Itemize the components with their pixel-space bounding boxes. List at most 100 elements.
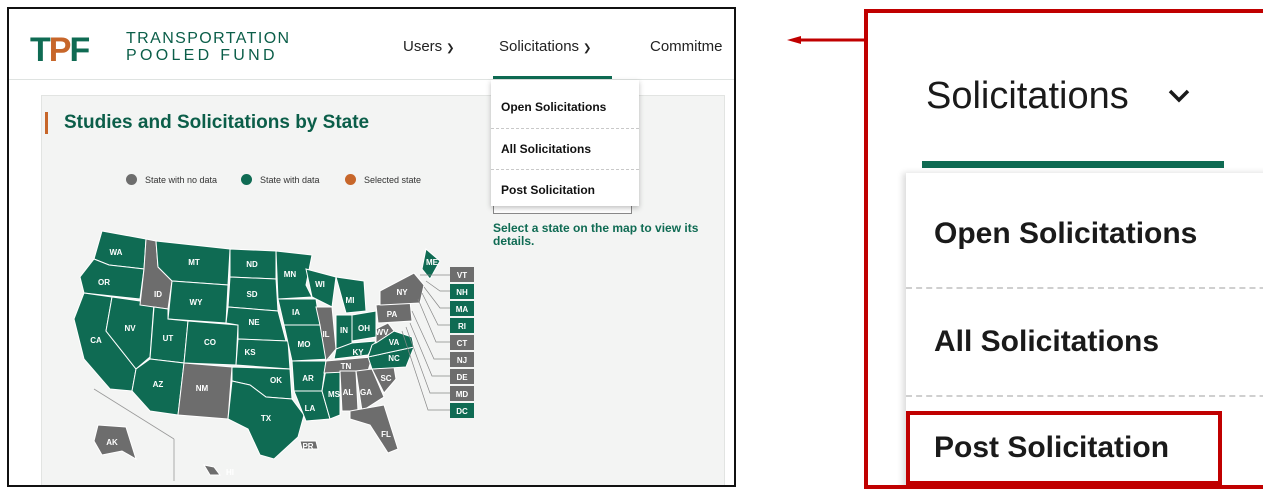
legend-item-no-data: State with no data [126,174,217,185]
legend-label: State with no data [145,174,218,185]
label-nc: NC [388,354,400,363]
page-title: Studies and Solicitations by State [45,112,369,134]
dropdown-item-all-solicitations[interactable]: All Solicitations [491,142,639,156]
label-pa: PA [387,310,398,319]
dropdown-item-post-solicitation[interactable]: Post Solicitation [491,183,639,197]
label-ms: MS [328,390,341,399]
label-sd: SD [246,290,257,299]
label-ga: GA [360,388,372,397]
label-dc: DC [456,407,468,416]
chevron-down-icon: ❯ [446,43,455,54]
zoom-active-nav-underline [922,161,1224,168]
zoom-item-all-solicitations[interactable]: All Solicitations [934,325,1159,359]
label-nv: NV [124,324,136,333]
logo-line-2: POOLED FUND [126,47,278,64]
label-az: AZ [153,380,164,389]
label-ne: NE [248,318,260,327]
zoom-nav-solicitations[interactable]: Solicitations [926,75,1129,118]
label-vt: VT [457,271,467,280]
legend-item-selected: Selected state [345,174,421,185]
label-de: DE [456,373,468,382]
label-wa: WA [110,248,123,257]
label-ma: MA [456,305,469,314]
top-navigation-bar: TPF TRANSPORTATION POOLED FUND Users ❯ So… [9,9,734,80]
chevron-down-icon: ❯ [583,43,592,54]
label-ut: UT [163,334,174,343]
nav-commitments-label: Commitme [650,38,723,55]
zoom-divider [906,395,1263,397]
label-va: VA [389,338,400,347]
label-md: MD [456,390,469,399]
label-or: OR [98,278,110,287]
label-ky: KY [352,348,364,357]
logo-letter-t: T [30,31,51,69]
state-mi[interactable] [335,276,367,314]
label-ct: CT [457,339,468,348]
label-me: ME [426,258,439,267]
label-fl: FL [381,430,391,439]
select-state-hint: Select a state on the map to view its de… [493,221,699,248]
nav-solicitations[interactable]: Solicitations ❯ [499,38,591,55]
label-mo: MO [298,340,311,349]
label-nj: NJ [457,356,467,365]
nav-users[interactable]: Users ❯ [403,38,455,55]
label-wi: WI [315,280,325,289]
callout-arrow [787,36,867,44]
legend-label: State with data [260,174,320,185]
label-in: IN [340,326,348,335]
label-wv: WV [376,328,390,337]
label-pr: PR [302,442,313,451]
label-ar: AR [302,374,314,383]
label-id: ID [154,290,162,299]
logo-letter-p: P [48,31,72,69]
label-nd: ND [246,260,258,269]
label-la: LA [305,404,316,413]
label-wy: WY [190,298,204,307]
label-ak: AK [106,438,118,447]
post-solicitation-highlight-box [906,411,1222,485]
label-nm: NM [196,384,209,393]
tpf-logo-text[interactable]: TRANSPORTATION POOLED FUND [126,30,291,64]
label-ok: OK [270,376,282,385]
label-sc: SC [380,374,391,383]
solicitations-dropdown: Open Solicitations All Solicitations Pos… [491,80,639,206]
chevron-down-icon [1168,89,1190,103]
label-mt: MT [188,258,200,267]
label-al: AL [343,388,354,397]
label-il: IL [322,330,329,339]
nav-commitments[interactable]: Commitme [650,38,723,55]
zoom-divider [906,287,1263,289]
us-state-map[interactable]: WA OR CA NV ID MT WY UT AZ CO NM ND SD N… [54,219,484,487]
tpf-logo-mark[interactable]: TPF [30,31,90,70]
label-ia: IA [292,308,300,317]
logo-letter-f: F [69,31,90,69]
label-ny: NY [396,288,408,297]
legend-item-with-data: State with data [241,174,320,185]
label-nh: NH [456,288,468,297]
label-ks: KS [244,348,256,357]
nav-solicitations-label: Solicitations [499,38,580,55]
label-tx: TX [261,414,272,423]
state-hi[interactable] [202,464,221,476]
dropdown-item-open-solicitations[interactable]: Open Solicitations [491,100,639,114]
legend-dot-green [241,174,252,185]
legend-dot-orange [345,174,356,185]
dropdown-divider [491,128,639,129]
state-fl[interactable] [349,404,399,454]
label-ri: RI [458,322,466,331]
legend-label: Selected state [364,174,422,185]
label-mn: MN [284,270,297,279]
legend-dot-gray [126,174,137,185]
tpf-screenshot: TPF TRANSPORTATION POOLED FUND Users ❯ So… [7,7,736,487]
zoom-item-open-solicitations[interactable]: Open Solicitations [934,217,1197,251]
zoomed-dropdown-callout: Solicitations Open Solicitations All Sol… [864,9,1263,489]
label-hi: HI [226,468,234,477]
logo-line-1: TRANSPORTATION [126,30,291,47]
dropdown-divider [491,169,639,170]
nav-users-label: Users [403,38,443,55]
label-oh: OH [358,324,370,333]
label-tn: TN [341,362,352,371]
active-nav-underline [493,76,612,79]
label-mi: MI [346,296,355,305]
label-ca: CA [90,336,102,345]
